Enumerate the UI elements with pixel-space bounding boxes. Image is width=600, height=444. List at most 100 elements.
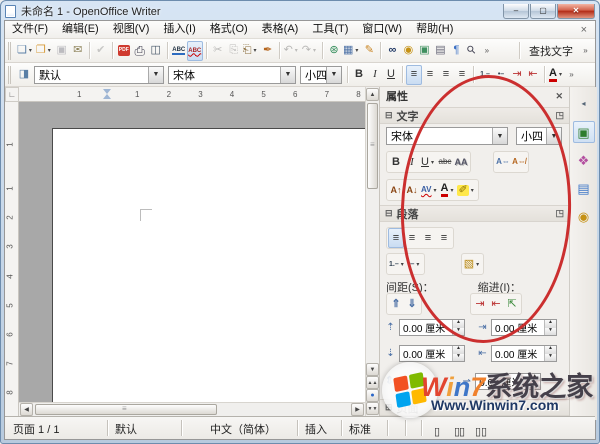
- horizontal-scroll-thumb[interactable]: [35, 404, 217, 415]
- combo-dropdown-icon[interactable]: ▼: [492, 128, 507, 144]
- underline-button[interactable]: U▾: [420, 152, 437, 172]
- align-justify-button[interactable]: ≡: [436, 228, 452, 248]
- vertical-ruler[interactable]: 112345678: [5, 102, 19, 416]
- toolbar-overflow-button[interactable]: »: [480, 41, 493, 61]
- maximize-button[interactable]: ▢: [530, 4, 556, 19]
- insert-table-button[interactable]: ▦▾: [342, 41, 361, 61]
- dropdown-arrow-icon[interactable]: ▾: [353, 47, 360, 54]
- paragraph-background-color-button[interactable]: ▧▾: [463, 254, 482, 274]
- autospellcheck-button[interactable]: ABC: [187, 41, 203, 61]
- vertical-scrollbar[interactable]: ▲ ▼ ▲▲ ● ▼▼: [365, 87, 379, 416]
- page-count-status[interactable]: 页面 1 / 1: [13, 421, 59, 437]
- find-text-input[interactable]: 查找文字: [523, 43, 579, 59]
- dropdown-arrow-icon[interactable]: ▾: [557, 71, 564, 78]
- align-center-button[interactable]: ≡: [422, 65, 438, 85]
- indent-marker-icon[interactable]: [103, 89, 112, 99]
- bullet-list-button[interactable]: •–▾: [407, 254, 423, 274]
- shrink-font-button[interactable]: A↓: [404, 180, 420, 200]
- bold-button[interactable]: B: [388, 152, 404, 172]
- tab-gallery[interactable]: ▤: [573, 177, 595, 199]
- menu-tools[interactable]: 工具(T): [305, 21, 355, 38]
- undo-button[interactable]: ↶▾: [283, 41, 301, 61]
- dropdown-arrow-icon[interactable]: ▾: [448, 187, 455, 194]
- font-name-combo[interactable]: 宋体 ▼: [168, 66, 296, 84]
- align-left-button[interactable]: ≡: [388, 228, 404, 248]
- save-button[interactable]: ▣: [54, 41, 70, 61]
- bullet-list-button[interactable]: •–: [493, 65, 509, 85]
- multi-page-view-button[interactable]: ▯▯: [451, 422, 467, 442]
- page-preview-button[interactable]: ◫: [148, 41, 164, 61]
- cut-button[interactable]: ✂: [210, 41, 226, 61]
- character-spacing-dropdown[interactable]: AV▾: [420, 180, 440, 200]
- spinner-arrows[interactable]: ▲▼: [528, 374, 540, 389]
- font-color-button[interactable]: A▾: [548, 65, 565, 85]
- collapse-icon[interactable]: ⊟: [385, 208, 393, 219]
- toolbar-overflow-button[interactable]: »: [565, 65, 578, 85]
- spinner-arrows[interactable]: ▲▼: [544, 320, 556, 335]
- text-section-header[interactable]: ⊟ 文字 ◳: [380, 107, 569, 124]
- insert-mode-status[interactable]: 插入: [305, 421, 327, 437]
- decrease-indent-button[interactable]: ⇤: [525, 65, 541, 85]
- gallery-button[interactable]: ▣: [416, 41, 432, 61]
- strikethrough-button[interactable]: abc: [437, 152, 453, 172]
- email-button[interactable]: ✉: [70, 41, 86, 61]
- data-sources-button[interactable]: ▤: [432, 41, 448, 61]
- shadow-button[interactable]: AA: [453, 152, 469, 172]
- close-button[interactable]: ✕: [557, 4, 595, 19]
- dropdown-arrow-icon[interactable]: ▾: [27, 47, 34, 54]
- decrease-indent-button[interactable]: ⇤: [488, 294, 504, 314]
- paragraph-section-header[interactable]: ⊟ 段落 ◳: [380, 205, 569, 222]
- export-pdf-button[interactable]: PDF: [116, 41, 132, 61]
- scroll-down-button[interactable]: ▼: [366, 363, 379, 376]
- language-status[interactable]: 中文（简体）: [210, 421, 276, 437]
- scroll-left-button[interactable]: ◀: [20, 403, 33, 416]
- menu-view[interactable]: 视图(V): [106, 21, 157, 38]
- dropdown-arrow-icon[interactable]: ▾: [432, 187, 439, 194]
- dropdown-arrow-icon[interactable]: ▾: [474, 261, 481, 268]
- combo-dropdown-icon[interactable]: ▼: [326, 67, 341, 83]
- dropdown-arrow-icon[interactable]: ▾: [429, 159, 436, 166]
- toolbar-grip[interactable]: [8, 66, 13, 84]
- switch-indent-button[interactable]: ⇱: [504, 294, 520, 314]
- horizontal-scrollbar[interactable]: ◀ ▶: [19, 402, 365, 416]
- formatting-marks-button[interactable]: ¶: [448, 41, 464, 61]
- decrease-char-spacing-button[interactable]: A⇎: [511, 152, 527, 172]
- sidebar-settings-button[interactable]: ◂: [573, 93, 595, 115]
- menu-help[interactable]: 帮助(H): [409, 21, 460, 38]
- spellcheck-button[interactable]: ABC: [171, 41, 187, 61]
- combo-dropdown-icon[interactable]: ▼: [546, 128, 561, 144]
- styles-window-button[interactable]: ◨: [16, 65, 32, 85]
- open-button[interactable]: ❐▾: [35, 41, 54, 61]
- dropdown-arrow-icon[interactable]: ▾: [252, 47, 259, 54]
- numbered-list-button[interactable]: 1.–▾: [388, 254, 407, 274]
- previous-page-button[interactable]: ▲▲: [366, 376, 379, 389]
- navigator-button[interactable]: ◉: [400, 41, 416, 61]
- dropdown-arrow-icon[interactable]: ▾: [399, 261, 406, 268]
- combo-dropdown-icon[interactable]: ▼: [280, 67, 295, 83]
- align-left-button[interactable]: ≡: [406, 65, 422, 85]
- spinner-arrows[interactable]: ▲▼: [544, 346, 556, 361]
- menu-table[interactable]: 表格(A): [255, 21, 306, 38]
- combo-dropdown-icon[interactable]: ▼: [148, 67, 163, 83]
- horizontal-ruler[interactable]: 112345678910: [19, 87, 365, 102]
- before-indent-field[interactable]: 0.00 厘米 ▲▼: [491, 319, 557, 336]
- find-replace-button[interactable]: ∞: [384, 41, 400, 61]
- selection-mode-status[interactable]: 标准: [349, 421, 371, 437]
- spinner-arrows[interactable]: ▲▼: [452, 346, 464, 361]
- dialog-launcher-icon[interactable]: ◳: [555, 208, 564, 219]
- menu-window[interactable]: 窗口(W): [355, 21, 409, 38]
- draw-functions-button[interactable]: ✎: [361, 41, 377, 61]
- highlighting-color-button[interactable]: ✐▾: [456, 180, 476, 200]
- vertical-scroll-thumb[interactable]: [367, 103, 378, 189]
- spin-down-icon[interactable]: ▼: [545, 328, 556, 336]
- document-page[interactable]: [52, 128, 365, 402]
- dropdown-arrow-icon[interactable]: ▾: [293, 47, 300, 54]
- toolbar-grip[interactable]: [8, 42, 13, 60]
- dropdown-arrow-icon[interactable]: ▾: [311, 47, 318, 54]
- page-section-header[interactable]: ⊞ 页面: [380, 399, 569, 416]
- spin-down-icon[interactable]: ▼: [545, 354, 556, 362]
- increase-indent-button[interactable]: ⇥: [509, 65, 525, 85]
- page-style-status[interactable]: 默认: [115, 421, 137, 437]
- close-document-icon[interactable]: ×: [573, 24, 595, 36]
- dropdown-arrow-icon[interactable]: ▾: [469, 187, 476, 194]
